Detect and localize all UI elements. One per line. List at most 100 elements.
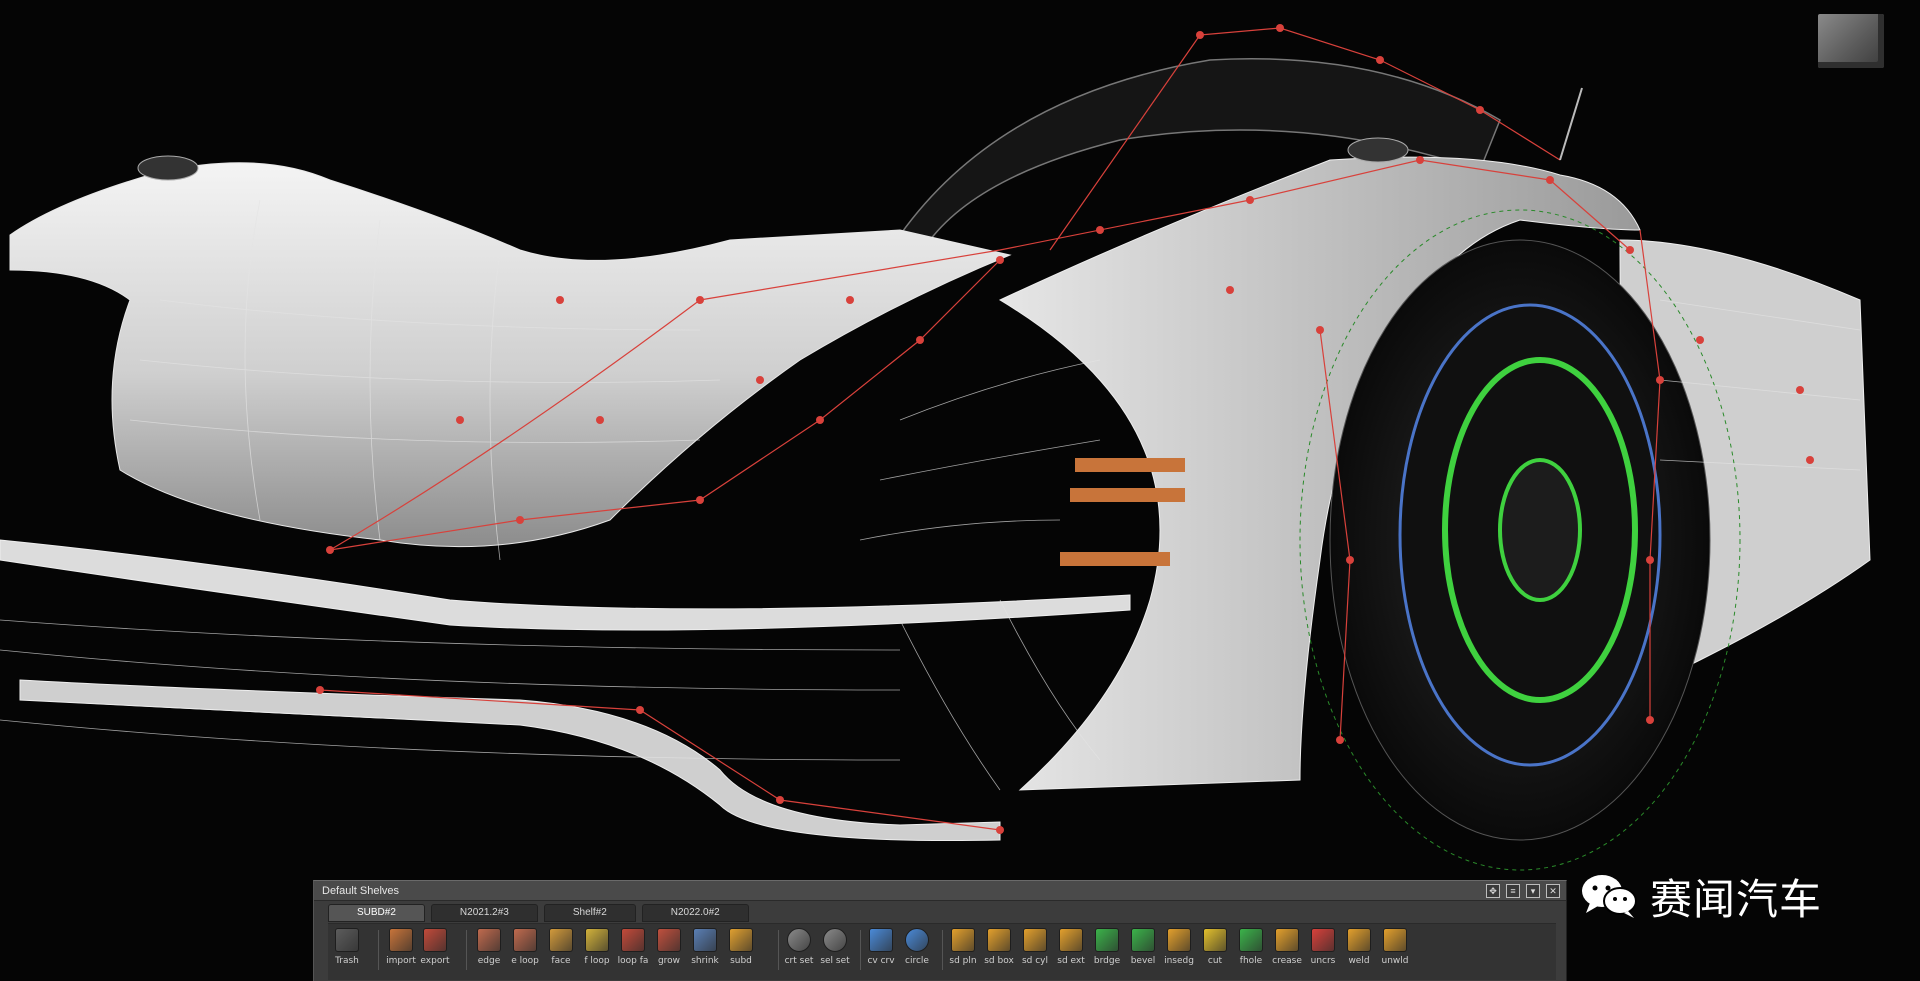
shelf-title: Default Shelves	[322, 884, 400, 897]
tool-trash-button[interactable]: Trash	[328, 926, 366, 978]
list-icon[interactable]: ≡	[1506, 884, 1520, 898]
front-hood-surface	[9, 162, 1012, 548]
subd-icon	[729, 928, 753, 952]
toolbar-divider	[942, 930, 943, 970]
shelf-titlebar: Default Shelves	[314, 881, 1566, 901]
tool-uncrease-button[interactable]: uncrs	[1304, 926, 1342, 978]
tool-label: subd	[730, 956, 752, 966]
tool-import-button[interactable]: import	[382, 926, 420, 978]
trash-icon	[335, 928, 359, 952]
tab-n2022[interactable]: N2022.0#2	[641, 904, 749, 922]
tool-label: crt set	[784, 956, 814, 966]
tool-edge-loop-button[interactable]: e loop	[506, 926, 544, 978]
tool-label: uncrs	[1310, 956, 1336, 966]
tool-unweld-button[interactable]: unwld	[1376, 926, 1414, 978]
tool-circle-button[interactable]: circle	[898, 926, 936, 978]
toolbar-divider	[378, 930, 379, 970]
subd-cylinder-icon	[1023, 928, 1047, 952]
tool-subd-box-button[interactable]: sd box	[980, 926, 1018, 978]
tool-weld-button[interactable]: weld	[1340, 926, 1378, 978]
insert-edge-icon	[1167, 928, 1191, 952]
antenna	[1559, 87, 1583, 161]
import-icon	[389, 928, 413, 952]
subd-plane-icon	[951, 928, 975, 952]
tool-label: bevel	[1130, 956, 1156, 966]
tool-insert-edge-button[interactable]: insedg	[1160, 926, 1198, 978]
tool-subd-cylinder-button[interactable]: sd cyl	[1016, 926, 1054, 978]
tool-cut-button[interactable]: cut	[1196, 926, 1234, 978]
tool-label: sd box	[984, 956, 1014, 966]
tab-shelf2[interactable]: Shelf#2	[543, 904, 636, 922]
tool-face-select-button[interactable]: face	[542, 926, 580, 978]
tool-grow-button[interactable]: grow	[650, 926, 688, 978]
tool-label: circle	[905, 956, 929, 966]
tool-label: import	[386, 956, 416, 966]
tool-label: sd cyl	[1021, 956, 1049, 966]
toolbar-divider	[860, 930, 861, 970]
tool-label: face	[551, 956, 571, 966]
tool-label: unwld	[1381, 956, 1409, 966]
tool-label: shrink	[691, 956, 719, 966]
tool-label: cut	[1207, 956, 1223, 966]
tool-label: export	[420, 956, 450, 966]
cut-icon	[1203, 928, 1227, 952]
tool-subd-extrude-button[interactable]: sd ext	[1052, 926, 1090, 978]
tool-label: sd ext	[1057, 956, 1085, 966]
tool-fill-hole-button[interactable]: fhole	[1232, 926, 1270, 978]
3d-viewport[interactable]	[0, 0, 1920, 981]
bevel-icon	[1131, 928, 1155, 952]
tool-label: cv crv	[867, 956, 895, 966]
select-set-icon	[823, 928, 847, 952]
tool-label: brdge	[1093, 956, 1121, 966]
tool-subd-button[interactable]: subd	[722, 926, 760, 978]
tool-subd-plane-button[interactable]: sd pln	[944, 926, 982, 978]
tool-face-loop-button[interactable]: f loop	[578, 926, 616, 978]
tool-cv-curve-button[interactable]: cv crv	[862, 926, 900, 978]
edge-loop-icon	[513, 928, 537, 952]
close-icon[interactable]: ✕	[1546, 884, 1560, 898]
front-emblem	[137, 155, 199, 181]
tool-bridge-button[interactable]: brdge	[1088, 926, 1126, 978]
tool-shrink-button[interactable]: shrink	[686, 926, 724, 978]
tab-n2021[interactable]: N2021.2#3	[430, 904, 538, 922]
shelf-panel: Default Shelves ✥ ≡ ▾ ✕ SUBD#2 N2021.2#3…	[313, 880, 1567, 981]
tool-label: weld	[1348, 956, 1370, 966]
tool-edge-select-button[interactable]: edge	[470, 926, 508, 978]
tool-label: sel set	[820, 956, 850, 966]
shrink-icon	[693, 928, 717, 952]
export-icon	[423, 928, 447, 952]
wheel-hub	[1498, 458, 1582, 602]
face-select-icon	[549, 928, 573, 952]
tool-export-button[interactable]: export	[416, 926, 454, 978]
shelf-tabs: SUBD#2 N2021.2#3 Shelf#2 N2022.0#2	[328, 904, 749, 922]
shelf-title-buttons: ✥ ≡ ▾ ✕	[1486, 884, 1560, 898]
tool-label: e loop	[511, 956, 539, 966]
shelf-toolbar: Trash import export edge e loop face f loop loo…	[328, 923, 1556, 980]
tool-bevel-button[interactable]: bevel	[1124, 926, 1162, 978]
tool-label: sd pln	[949, 956, 977, 966]
move-icon[interactable]: ✥	[1486, 884, 1500, 898]
toolbar-divider	[778, 930, 779, 970]
face-loop-icon	[585, 928, 609, 952]
watermark-text: 赛闻汽车	[1650, 874, 1823, 924]
tool-loop-face-button[interactable]: loop fa	[614, 926, 652, 978]
create-set-icon	[787, 928, 811, 952]
tool-label: fhole	[1239, 956, 1263, 966]
subd-extrude-icon	[1059, 928, 1083, 952]
grow-icon	[657, 928, 681, 952]
fender-vent	[1347, 137, 1409, 163]
circle-icon	[905, 928, 929, 952]
tool-label: loop fa	[617, 956, 649, 966]
tab-subd[interactable]: SUBD#2	[328, 904, 425, 922]
bridge-icon	[1095, 928, 1119, 952]
cv-curve-icon	[869, 928, 893, 952]
tool-select-set-button[interactable]: sel set	[816, 926, 854, 978]
edge-select-icon	[477, 928, 501, 952]
loop-face-icon	[621, 928, 645, 952]
tool-crease-button[interactable]: crease	[1268, 926, 1306, 978]
chevron-down-icon[interactable]: ▾	[1526, 884, 1540, 898]
tool-create-set-button[interactable]: crt set	[780, 926, 818, 978]
fill-hole-icon	[1239, 928, 1263, 952]
view-cube[interactable]	[1818, 14, 1884, 68]
crease-icon	[1275, 928, 1299, 952]
